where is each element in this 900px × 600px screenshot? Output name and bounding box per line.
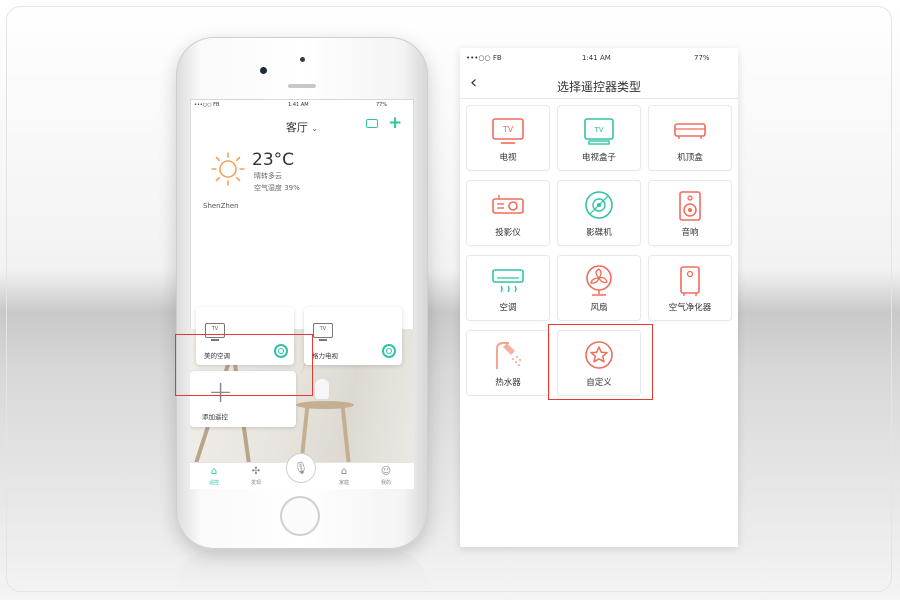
tv-icon: TV [492,118,524,144]
header-divider [460,98,738,99]
tv-box-icon: TV [584,118,614,145]
city-name: ShenZhen [203,202,239,210]
tab-label: 发现 [250,480,261,486]
type-label: 空气净化器 [668,303,712,313]
status-bar: •••○○ FB 1:41 AM 77% [460,48,738,66]
sun-icon [211,152,245,186]
highlight-custom [548,324,653,400]
discover-icon: ✣ [251,466,261,477]
type-label: 投影仪 [495,228,521,238]
add-remote-label: 添加遥控 [202,413,228,421]
highlight-add-remote [175,334,313,396]
tab-label: 遥控 [208,480,219,486]
carrier-text: •••○○ FB [194,102,220,108]
set-top-box-icon [674,123,706,139]
tab-label: 家庭 [338,480,349,486]
chevron-down-icon: ⌄ [311,124,319,133]
svg-text:TV: TV [502,125,514,134]
air-humidity: 空气湿度 39% [254,184,300,192]
status-time: 1:41 AM [288,102,309,108]
type-air-conditioner[interactable]: 空调 [467,256,549,320]
home-button[interactable] [280,496,320,536]
battery-text: 77% [376,102,388,108]
weather-description: 晴转多云 [254,172,282,180]
decor-vase [315,379,329,399]
svg-text:TV: TV [593,126,603,134]
device-label: 格力电视 [312,352,338,360]
type-fan[interactable]: 风扇 [558,256,640,320]
phone-reflection [176,550,428,600]
tab-family[interactable]: ⌂ 家庭 [324,463,364,489]
type-label: 影碟机 [586,228,612,238]
message-icon[interactable] [366,119,378,128]
tab-profile[interactable]: ☺ 我的 [366,463,406,489]
image-frame [6,6,892,592]
table-leg [340,406,352,470]
type-projector[interactable]: 投影仪 [467,181,549,245]
device-card-tv[interactable]: TV 格力电视 [304,307,402,365]
type-label: 电视盒子 [581,153,616,163]
tab-label: 我的 [380,480,391,486]
type-tv-box[interactable]: TV 电视盒子 [558,106,640,170]
type-air-purifier[interactable]: 空气净化器 [649,256,731,320]
disc-player-icon [585,191,613,219]
earpiece-speaker [288,84,316,88]
room-selector[interactable]: 客厅 ⌄ [190,119,414,135]
room-title: 客厅 [285,121,308,134]
carrier-text: •••○○ FB [466,54,502,62]
type-water-heater[interactable]: 热水器 [467,331,549,395]
house-icon: ⌂ [340,466,348,477]
power-toggle-icon[interactable] [382,344,396,358]
temperature: 23°C [252,150,295,170]
tv-icon: TV [313,323,333,338]
projector-icon [492,195,524,214]
type-set-top-box[interactable]: 机顶盒 [649,106,731,170]
type-label: 机顶盒 [677,153,703,163]
air-conditioner-icon [492,269,524,293]
speaker-icon [679,191,701,221]
tab-remote[interactable]: ⌂ 遥控 [194,463,234,489]
type-disc-player[interactable]: 影碟机 [558,181,640,245]
fan-icon [586,265,612,296]
status-bar: •••○○ FB 1:41 AM 77% [190,99,414,111]
battery-text: 77% [694,54,710,62]
remote-type-screen: •••○○ FB 1:41 AM 77% ‹ 选择遥控器类型 TV 电视 TV … [460,48,738,547]
tv-stand [319,339,327,341]
status-time: 1:41 AM [582,54,611,62]
type-label: 音响 [681,228,699,238]
water-heater-icon [496,342,521,369]
type-label: 空调 [499,303,517,313]
type-speaker[interactable]: 音响 [649,181,731,245]
add-icon[interactable]: + [388,113,402,133]
type-label: 风扇 [590,303,608,313]
user-icon: ☺ [380,466,392,477]
type-label: 电视 [499,153,517,163]
mic-icon[interactable]: 🎙 [287,454,315,482]
type-label: 热水器 [495,378,521,388]
proximity-sensor [260,67,267,74]
type-tv[interactable]: TV 电视 [467,106,549,170]
tab-discover[interactable]: ✣ 发现 [236,463,276,489]
front-camera [300,57,305,62]
air-purifier-icon [680,266,700,296]
phone-device: •••○○ FB 1:41 AM 77% 客厅 ⌄ + 23°C 晴转多云 空气… [176,37,428,549]
page-title: 选择遥控器类型 [556,80,641,94]
phone-screen: •••○○ FB 1:41 AM 77% 客厅 ⌄ + 23°C 晴转多云 空气… [190,99,414,489]
home-icon: ⌂ [210,466,218,477]
